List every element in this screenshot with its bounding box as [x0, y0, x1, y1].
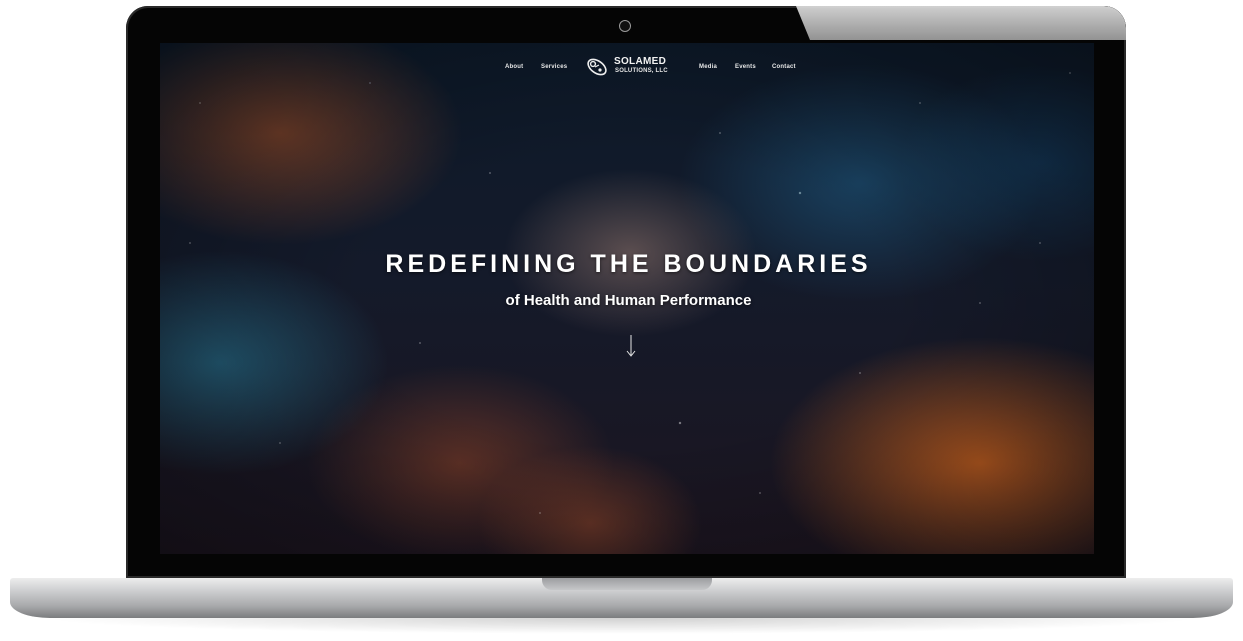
nav-link-contact[interactable]: Contact	[772, 64, 796, 70]
arrow-down-icon[interactable]	[624, 333, 638, 359]
laptop-shadow	[40, 618, 1203, 634]
top-navigation: About Services SOLAMED SOLUTIONS, LLC Me…	[160, 53, 1094, 85]
solamed-logo-icon	[587, 58, 607, 76]
bezel-reflection	[796, 6, 1126, 40]
laptop-lid-notch	[542, 578, 712, 590]
webcam-icon	[619, 20, 631, 32]
website-screen: About Services SOLAMED SOLUTIONS, LLC Me…	[160, 43, 1094, 554]
nav-link-services[interactable]: Services	[541, 64, 567, 70]
solamed-logo[interactable]: SOLAMED SOLUTIONS, LLC	[584, 53, 684, 83]
nav-link-about[interactable]: About	[505, 64, 523, 70]
nav-link-events[interactable]: Events	[735, 64, 756, 70]
hero-title: REDEFINING THE BOUNDARIES	[385, 250, 872, 278]
hero-subtitle: of Health and Human Performance	[505, 292, 752, 309]
logo-subtitle: SOLUTIONS, LLC	[615, 68, 668, 74]
logo-name: SOLAMED	[614, 56, 667, 67]
laptop-base	[10, 578, 1233, 618]
nav-link-media[interactable]: Media	[699, 64, 717, 70]
